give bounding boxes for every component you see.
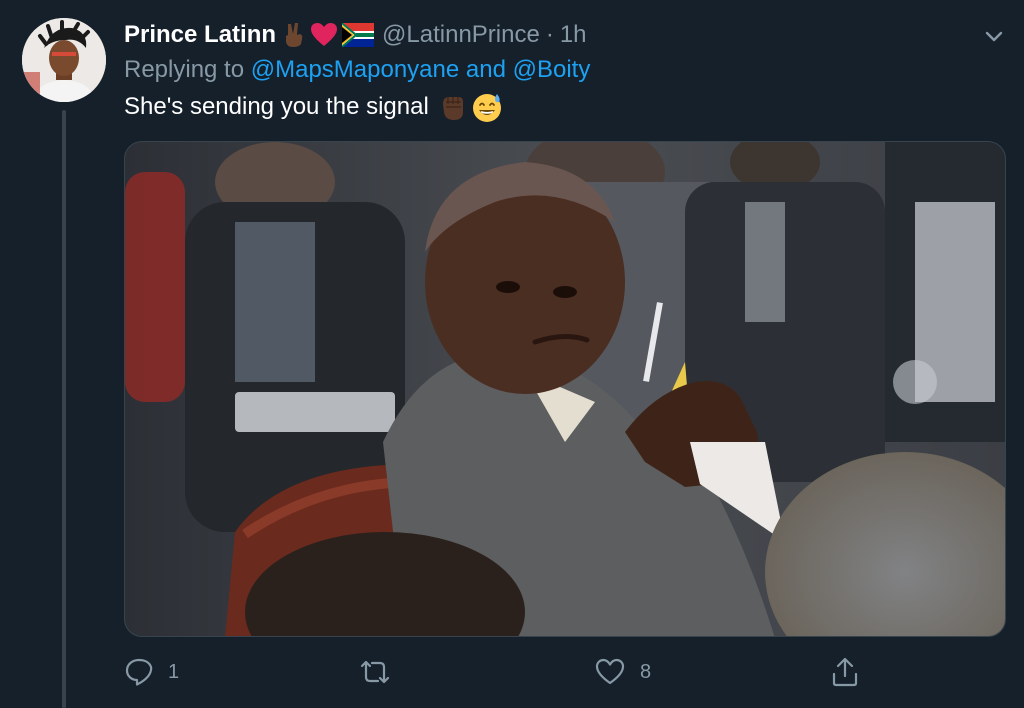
- more-options-button[interactable]: [980, 22, 1008, 50]
- victory-hand-icon: [286, 23, 303, 47]
- reply-button[interactable]: 1: [124, 654, 179, 690]
- replying-prefix: Replying to: [124, 56, 245, 83]
- tweet-time[interactable]: 1h: [560, 21, 587, 49]
- text-emojis: [437, 91, 503, 123]
- author-avatar[interactable]: [22, 18, 106, 102]
- tweet-header: Prince Latinn @LatinnPrince · 1h: [124, 18, 587, 52]
- replying-and[interactable]: and: [466, 56, 506, 83]
- mention-maps-maponyane[interactable]: @MapsMaponyane: [251, 56, 459, 83]
- like-button[interactable]: 8: [594, 654, 651, 690]
- reply-count: 1: [168, 660, 180, 683]
- chevron-down-icon: [985, 31, 1003, 42]
- replying-to: Replying to @MapsMaponyane and @Boity: [124, 56, 590, 84]
- photo-image: [125, 142, 1005, 636]
- grinning-sweat-icon: [472, 94, 501, 122]
- share-button[interactable]: [830, 654, 860, 690]
- reply-icon: [125, 658, 153, 686]
- author-handle[interactable]: @LatinnPrince: [382, 21, 540, 49]
- tweet-text: She's sending you the signal: [124, 93, 429, 120]
- raised-fist-icon: [442, 97, 463, 120]
- name-emojis: [282, 22, 375, 48]
- tweet-media-photo[interactable]: [124, 141, 1006, 637]
- like-count: 8: [640, 660, 652, 683]
- mention-boity[interactable]: @Boity: [513, 56, 591, 83]
- tweet[interactable]: Prince Latinn @LatinnPrince · 1h Replyin…: [0, 0, 1024, 708]
- tweet-actions: 1 8: [124, 654, 984, 690]
- retweet-button[interactable]: [358, 654, 406, 690]
- author-name[interactable]: Prince Latinn: [124, 21, 276, 49]
- heart-icon: [311, 23, 338, 46]
- header-separator: ·: [545, 21, 554, 48]
- south-africa-flag-icon: [342, 23, 375, 47]
- retweet-icon: [360, 660, 390, 684]
- thread-line: [62, 110, 66, 708]
- heart-outline-icon: [595, 658, 625, 685]
- share-icon: [832, 657, 858, 687]
- avatar-image: [22, 18, 106, 102]
- tweet-text-row: She's sending you the signal: [124, 90, 503, 124]
